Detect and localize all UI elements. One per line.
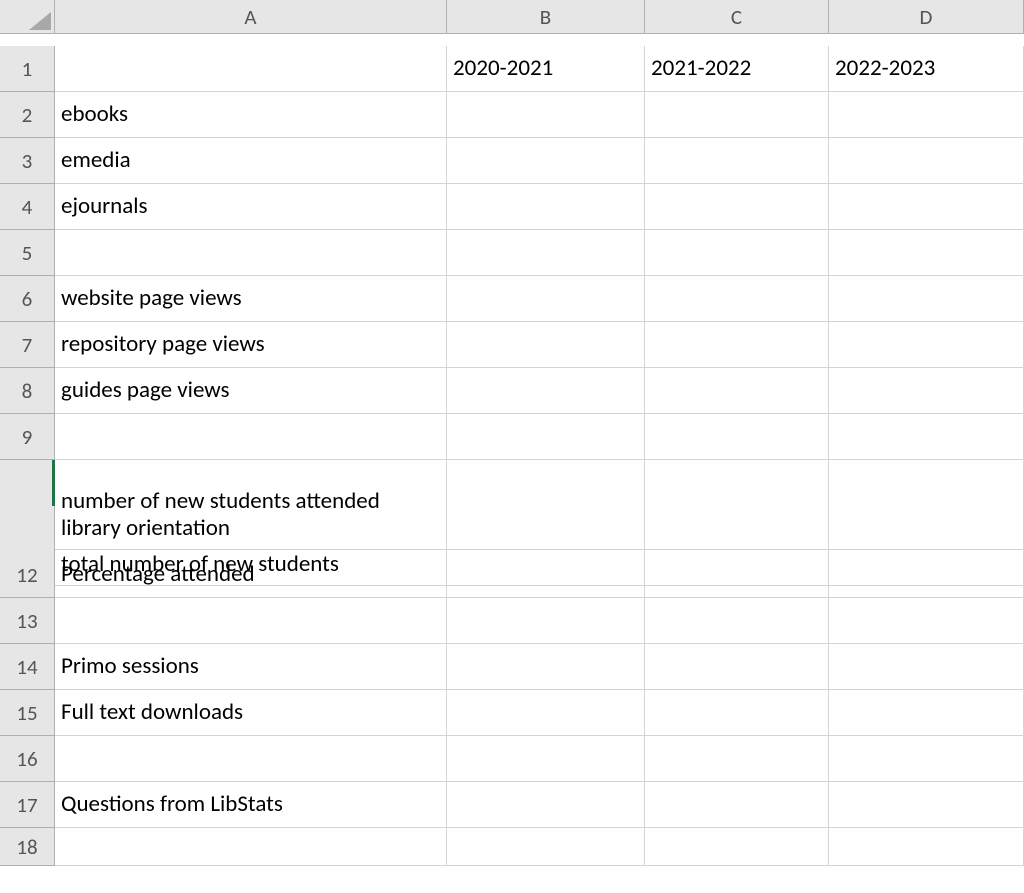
col-header-c[interactable]: C xyxy=(645,0,829,34)
row-header-6[interactable]: 6 xyxy=(0,276,55,322)
cell-b4[interactable] xyxy=(447,184,645,230)
cell-b1[interactable]: 2020-2021 xyxy=(447,46,645,92)
cell-c8[interactable] xyxy=(645,368,829,414)
cell-a12[interactable]: Percentage attended xyxy=(55,552,447,598)
cell-b2[interactable] xyxy=(447,92,645,138)
cell-c17[interactable] xyxy=(645,782,829,828)
row-header-16[interactable]: 16 xyxy=(0,736,55,782)
row-header-5[interactable]: 5 xyxy=(0,230,55,276)
cell-a17[interactable]: Questions from LibStats xyxy=(55,782,447,828)
cell-a9[interactable] xyxy=(55,414,447,460)
cell-d13[interactable] xyxy=(829,598,1024,644)
cell-a13[interactable] xyxy=(55,598,447,644)
cell-d17[interactable] xyxy=(829,782,1024,828)
cell-a7[interactable]: repository page views xyxy=(55,322,447,368)
row-header-17[interactable]: 17 xyxy=(0,782,55,828)
cell-a4[interactable]: ejournals xyxy=(55,184,447,230)
cell-a14[interactable]: Primo sessions xyxy=(55,644,447,690)
cell-d1[interactable]: 2022-2023 xyxy=(829,46,1024,92)
cell-c13[interactable] xyxy=(645,598,829,644)
cell-b16[interactable] xyxy=(447,736,645,782)
cell-b15[interactable] xyxy=(447,690,645,736)
cell-b13[interactable] xyxy=(447,598,645,644)
cell-c16[interactable] xyxy=(645,736,829,782)
cell-d7[interactable] xyxy=(829,322,1024,368)
cell-a5[interactable] xyxy=(55,230,447,276)
cell-c15[interactable] xyxy=(645,690,829,736)
cell-d4[interactable] xyxy=(829,184,1024,230)
row-header-2[interactable]: 2 xyxy=(0,92,55,138)
row-header-9[interactable]: 9 xyxy=(0,414,55,460)
cell-a1[interactable] xyxy=(55,46,447,92)
cell-a8[interactable]: guides page views xyxy=(55,368,447,414)
cell-d15[interactable] xyxy=(829,690,1024,736)
cell-a2[interactable]: ebooks xyxy=(55,92,447,138)
row-header-3[interactable]: 3 xyxy=(0,138,55,184)
cell-d14[interactable] xyxy=(829,644,1024,690)
cell-b5[interactable] xyxy=(447,230,645,276)
cell-d5[interactable] xyxy=(829,230,1024,276)
cell-b8[interactable] xyxy=(447,368,645,414)
cell-c9[interactable] xyxy=(645,414,829,460)
cell-c4[interactable] xyxy=(645,184,829,230)
cell-a15[interactable]: Full text downloads xyxy=(55,690,447,736)
cell-b12[interactable] xyxy=(447,552,645,598)
cell-c12[interactable] xyxy=(645,552,829,598)
select-all-corner[interactable] xyxy=(0,0,55,34)
cell-c2[interactable] xyxy=(645,92,829,138)
col-header-b[interactable]: B xyxy=(447,0,645,34)
cell-b6[interactable] xyxy=(447,276,645,322)
cell-d12[interactable] xyxy=(829,552,1024,598)
row-header-13[interactable]: 13 xyxy=(0,598,55,644)
row-header-12[interactable]: 12 xyxy=(0,552,55,598)
cell-a16[interactable] xyxy=(55,736,447,782)
cell-d8[interactable] xyxy=(829,368,1024,414)
cell-a3[interactable]: emedia xyxy=(55,138,447,184)
cell-c18[interactable] xyxy=(645,828,829,866)
cell-c7[interactable] xyxy=(645,322,829,368)
cell-b3[interactable] xyxy=(447,138,645,184)
row-header-7[interactable]: 7 xyxy=(0,322,55,368)
cell-d3[interactable] xyxy=(829,138,1024,184)
row-header-18[interactable]: 18 xyxy=(0,828,55,866)
row-header-4[interactable]: 4 xyxy=(0,184,55,230)
row-header-8[interactable]: 8 xyxy=(0,368,55,414)
cell-c6[interactable] xyxy=(645,276,829,322)
cell-c14[interactable] xyxy=(645,644,829,690)
row-header-14[interactable]: 14 xyxy=(0,644,55,690)
cell-d2[interactable] xyxy=(829,92,1024,138)
spreadsheet-grid: A B C D 1 2020-2021 2021-2022 2022-2023 … xyxy=(0,0,1024,874)
cell-c5[interactable] xyxy=(645,230,829,276)
cell-a18[interactable] xyxy=(55,828,447,866)
cell-d18[interactable] xyxy=(829,828,1024,866)
col-header-d[interactable]: D xyxy=(829,0,1024,34)
cell-d16[interactable] xyxy=(829,736,1024,782)
cell-a6[interactable]: website page views xyxy=(55,276,447,322)
row-header-1[interactable]: 1 xyxy=(0,46,55,92)
row-header-15[interactable]: 15 xyxy=(0,690,55,736)
cell-b18[interactable] xyxy=(447,828,645,866)
cell-d6[interactable] xyxy=(829,276,1024,322)
cell-c1[interactable]: 2021-2022 xyxy=(645,46,829,92)
cell-b7[interactable] xyxy=(447,322,645,368)
cell-b9[interactable] xyxy=(447,414,645,460)
cell-b17[interactable] xyxy=(447,782,645,828)
cell-c3[interactable] xyxy=(645,138,829,184)
cell-d9[interactable] xyxy=(829,414,1024,460)
cell-b14[interactable] xyxy=(447,644,645,690)
col-header-a[interactable]: A xyxy=(55,0,447,34)
